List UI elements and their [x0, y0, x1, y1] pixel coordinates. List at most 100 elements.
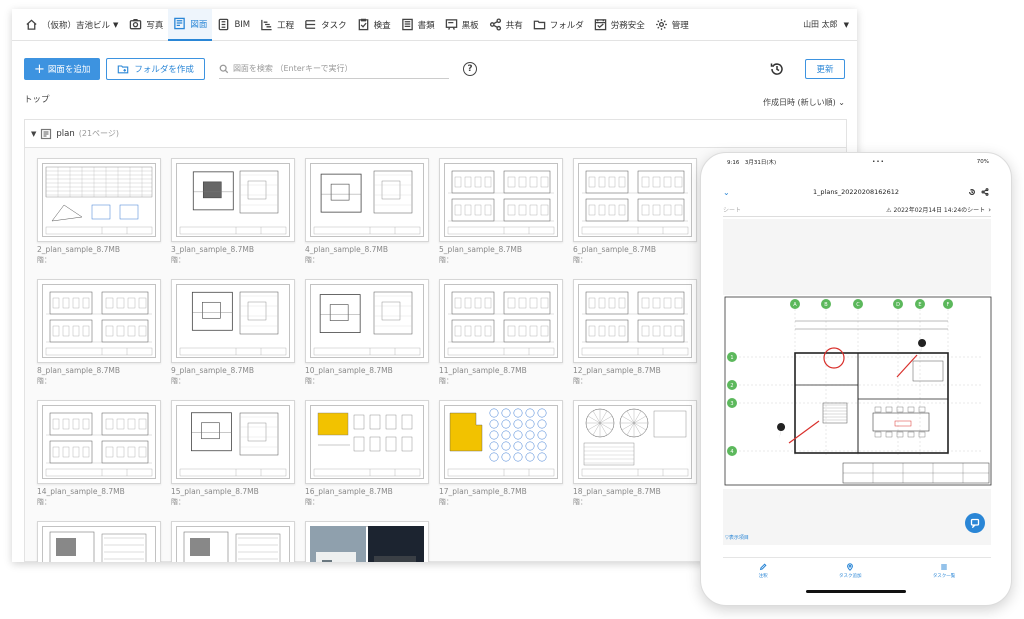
- collapse-triangle-icon[interactable]: ▼: [31, 130, 36, 138]
- drawing-name: 6_plan_sample_8.7MB: [573, 245, 657, 254]
- drawing-card[interactable]: 5_plan_sample_8.7MB 階：: [439, 158, 563, 270]
- drawing-name: 17_plan_sample_8.7MB: [439, 487, 527, 496]
- drawing-thumbnail[interactable]: [573, 279, 697, 363]
- project-selector[interactable]: （仮称）吉池ビル ▼: [20, 9, 124, 41]
- drawing-card[interactable]: 18_plan_sample_8.7MB 階：: [573, 400, 697, 512]
- drawing-card[interactable]: [171, 521, 295, 562]
- drawing-thumbnail[interactable]: [305, 279, 429, 363]
- inspection-icon: [358, 18, 368, 31]
- nav-item-7[interactable]: 黒板: [440, 9, 484, 41]
- nav-item-1[interactable]: 図面: [168, 9, 213, 41]
- drawing-card[interactable]: [37, 521, 161, 562]
- folder-header[interactable]: ▼ plan (21ページ): [25, 120, 846, 148]
- drawing-floor: 階：: [439, 498, 453, 506]
- user-menu[interactable]: 山田 太郎 ▼: [803, 19, 849, 30]
- drawing-card[interactable]: 17_plan_sample_8.7MB 階：: [439, 400, 563, 512]
- nav-item-8[interactable]: 共有: [484, 9, 528, 41]
- bim-icon: [219, 18, 229, 31]
- grid-marker-label: 2: [730, 383, 733, 389]
- drawing-card[interactable]: 12_plan_sample_8.7MB 階：: [573, 279, 697, 391]
- drawing-thumbnail[interactable]: [439, 279, 563, 363]
- drawing-card[interactable]: [305, 521, 429, 562]
- drawing-name: 8_plan_sample_8.7MB: [37, 366, 121, 375]
- tab-pen[interactable]: 注釈: [759, 558, 768, 583]
- drawing-card[interactable]: 9_plan_sample_8.7MB 階：: [171, 279, 295, 391]
- nav-item-3[interactable]: 工程: [255, 9, 299, 41]
- drawing-name: 18_plan_sample_8.7MB: [573, 487, 661, 496]
- nav-item-9[interactable]: フォルダ: [528, 9, 589, 41]
- top-navigation: （仮称）吉池ビル ▼ 写真 図面 BIM 工程 タスク 検査 書類 黒板 共有 フォルダ 労務安全 管…: [12, 9, 857, 41]
- nav-item-5[interactable]: 検査: [352, 9, 396, 41]
- drawing-thumbnail[interactable]: [171, 158, 295, 242]
- drawing-card[interactable]: 14_plan_sample_8.7MB 階：: [37, 400, 161, 512]
- drawing-thumbnail[interactable]: [171, 521, 295, 562]
- nav-item-label: タスク: [321, 20, 347, 31]
- nav-item-10[interactable]: 労務安全: [589, 9, 650, 41]
- drawing-thumbnail[interactable]: [573, 158, 697, 242]
- sheet-bar[interactable]: シート ⚠ 2022年02月14日 14:24のシート ›: [723, 203, 991, 217]
- drawing-thumbnail[interactable]: [171, 400, 295, 484]
- breadcrumb[interactable]: トップ: [24, 93, 50, 105]
- drawing-card[interactable]: 6_plan_sample_8.7MB 階：: [573, 158, 697, 270]
- nav-item-11[interactable]: 管理: [650, 9, 694, 41]
- drawing-thumbnail[interactable]: [37, 158, 161, 242]
- drawing-card[interactable]: 15_plan_sample_8.7MB 階：: [171, 400, 295, 512]
- chat-fab-button[interactable]: [965, 513, 985, 533]
- drawing-file-icon: [41, 128, 52, 139]
- drawing-thumbnail[interactable]: [305, 158, 429, 242]
- drawing-name: 16_plan_sample_8.7MB: [305, 487, 393, 496]
- drawing-card[interactable]: 8_plan_sample_8.7MB 階：: [37, 279, 161, 391]
- task-pin: [777, 423, 786, 439]
- history-icon[interactable]: [769, 61, 785, 77]
- drawing-card[interactable]: 16_plan_sample_8.7MB 階：: [305, 400, 429, 512]
- help-icon[interactable]: ?: [462, 62, 477, 76]
- drawing-name: 2_plan_sample_8.7MB: [37, 245, 121, 254]
- refresh-button[interactable]: 更新: [805, 59, 845, 79]
- chevron-down-icon: ▼: [843, 20, 849, 29]
- drawing-card[interactable]: 2_plan_sample_8.7MB 階：: [37, 158, 161, 270]
- drawing-thumbnail[interactable]: [439, 158, 563, 242]
- drawing-floor: 階：: [171, 498, 185, 506]
- nav-item-0[interactable]: 写真: [124, 9, 168, 41]
- viewer-titlebar: ⌄ 1_plans_20220208162612: [723, 185, 989, 199]
- tab-list[interactable]: タスク一覧: [933, 558, 955, 583]
- drawing-card[interactable]: 4_plan_sample_8.7MB 階：: [305, 158, 429, 270]
- drawing-card[interactable]: 11_plan_sample_8.7MB 階：: [439, 279, 563, 391]
- create-folder-button[interactable]: フォルダを作成: [106, 58, 205, 80]
- search-icon: [219, 64, 229, 73]
- grid-marker-label: B: [824, 302, 828, 308]
- drawing-thumbnail[interactable]: [37, 521, 161, 562]
- drawing-thumbnail[interactable]: [573, 400, 697, 484]
- add-drawing-label: 図面を追加: [47, 65, 91, 75]
- nav-item-label: 写真: [146, 20, 164, 31]
- drawing-thumbnail[interactable]: [37, 279, 161, 363]
- sort-dropdown[interactable]: 作成日時 (新しい順) ⌄: [763, 97, 845, 108]
- nav-item-4[interactable]: タスク: [299, 9, 352, 41]
- schedule-icon: [261, 19, 272, 31]
- chevron-right-icon: ›: [988, 205, 991, 214]
- drawing-icon: [174, 17, 186, 30]
- drawing-card[interactable]: 10_plan_sample_8.7MB 階：: [305, 279, 429, 391]
- drawing-floor: 階：: [573, 377, 587, 385]
- nav-item-6[interactable]: 書類: [396, 9, 440, 41]
- grid-marker-label: 3: [730, 401, 733, 407]
- drawing-thumbnail[interactable]: [305, 400, 429, 484]
- drawing-thumbnail[interactable]: [439, 400, 563, 484]
- add-drawing-button[interactable]: + 図面を追加: [24, 58, 101, 80]
- drawing-thumbnail[interactable]: [305, 521, 429, 562]
- search-input[interactable]: 図面を検索 （Enterキーで実行）: [218, 59, 449, 79]
- tab-pin[interactable]: タスク追加: [839, 558, 861, 583]
- pen-icon: [760, 562, 767, 570]
- drawing-thumbnail[interactable]: [171, 279, 295, 363]
- search-placeholder: 図面を検索 （Enterキーで実行）: [232, 64, 353, 73]
- drawing-thumbnail[interactable]: [37, 400, 161, 484]
- toolbar: + 図面を追加 フォルダを作成 図面を検索 （Enterキーで実行） ? 更新: [24, 57, 845, 81]
- nav-item-2[interactable]: BIM: [212, 9, 255, 41]
- drawing-floor: 階：: [37, 377, 51, 385]
- sheet-date: ⚠ 2022年02月14日 14:24のシート: [886, 207, 986, 214]
- filter-toggle[interactable]: ▽表示項目: [725, 534, 749, 541]
- drawing-card[interactable]: 3_plan_sample_8.7MB 階：: [171, 158, 295, 270]
- drawing-canvas[interactable]: A B C D E F 1 2 3 4 ▽表示項目: [723, 219, 993, 545]
- nav-item-label: 工程: [277, 20, 295, 31]
- drawing-floor: 階：: [439, 377, 453, 385]
